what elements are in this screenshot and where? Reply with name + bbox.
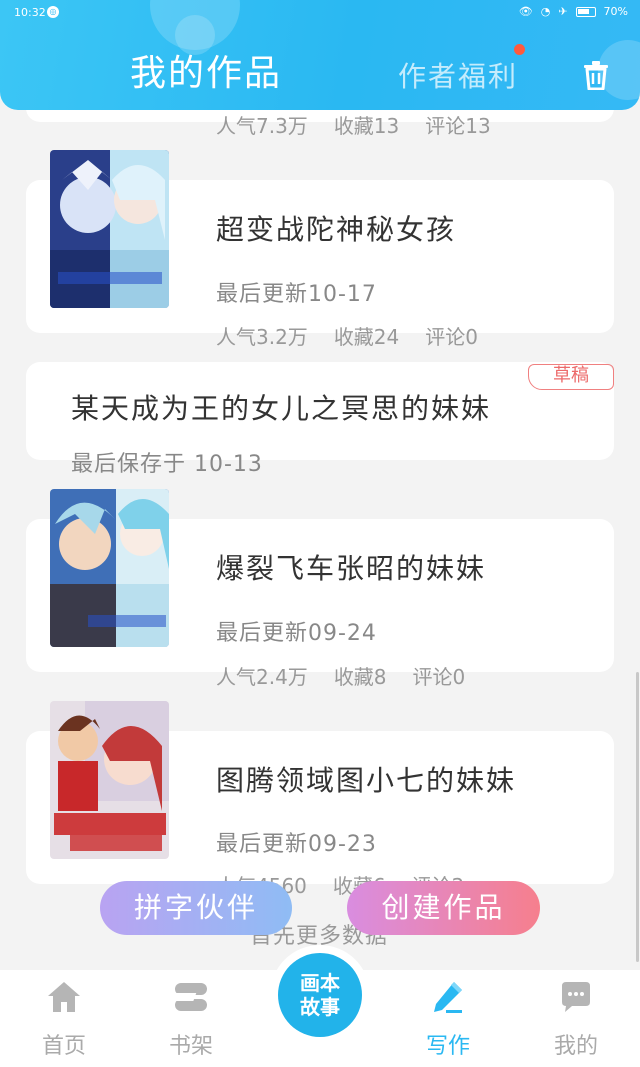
- scrollbar[interactable]: [636, 672, 639, 962]
- comments-count: 评论13: [425, 114, 491, 138]
- works-list: 人气7.3万 收藏13 评论13 超变战陀神秘女孩 最后更新10-17 人气3.2万…: [0, 0, 640, 980]
- comments-count: 评论0: [412, 665, 466, 689]
- nav-home[interactable]: 首页: [24, 980, 104, 1060]
- popularity-count: 人气3.2万: [216, 325, 308, 349]
- tab-author-welfare[interactable]: 作者福利: [398, 55, 518, 95]
- nav-mine[interactable]: 我的: [536, 980, 616, 1060]
- nav-center-story-button[interactable]: 画本故事: [278, 953, 362, 1037]
- chat-bubble-icon: [562, 982, 590, 1012]
- work-updated: 最后更新10-17: [216, 282, 377, 307]
- work-updated: 最后更新09-24: [216, 621, 377, 646]
- work-title[interactable]: 图腾领域图小七的妹妹: [216, 759, 516, 799]
- status-time: 10:32: [14, 6, 46, 19]
- create-work-button[interactable]: 创建作品: [347, 881, 540, 935]
- work-updated: 最后更新09-23: [216, 832, 377, 857]
- nav-label: 首页: [41, 1034, 86, 1059]
- comments-count: 评论0: [425, 325, 478, 349]
- popularity-count: 人气2.4万: [216, 665, 308, 689]
- nav-label: 我的: [553, 1034, 598, 1059]
- work-cover-image[interactable]: [50, 701, 169, 859]
- favorites-count: 收藏8: [333, 665, 387, 689]
- popularity-count: 人气7.3万: [216, 114, 308, 138]
- nav-label: 写作: [425, 1034, 470, 1059]
- pen-icon: [434, 982, 462, 1013]
- battery-icon: [575, 6, 596, 17]
- favorites-count: 收藏13: [333, 114, 400, 138]
- trash-icon[interactable]: [582, 60, 610, 90]
- work-title[interactable]: 爆裂飞车张昭的妹妹: [216, 547, 486, 587]
- home-icon: [48, 982, 80, 1012]
- status-bar: 10:32 ◎ 👁 ◔ ✈ 70%: [0, 0, 640, 26]
- tab-my-works[interactable]: 我的作品: [130, 44, 282, 96]
- status-icons: 👁 ◔ ✈ 70%: [519, 5, 628, 18]
- app-notification-icon: ◎: [47, 6, 59, 18]
- work-cover-image[interactable]: [50, 150, 169, 308]
- battery-level: 70%: [603, 5, 628, 18]
- notification-dot: [514, 44, 525, 55]
- draft-badge: 草稿: [528, 364, 614, 390]
- nav-shelf[interactable]: 书架: [151, 980, 231, 1060]
- header: 10:32 ◎ 👁 ◔ ✈ 70% 我的作品 作者福利: [0, 0, 640, 110]
- eye-icon: 👁: [518, 5, 533, 18]
- work-title[interactable]: 超变战陀神秘女孩: [216, 208, 456, 248]
- partner-button[interactable]: 拼字伙伴: [100, 881, 292, 935]
- work-title[interactable]: 某天成为王的女儿之冥思的妹妹: [71, 387, 491, 427]
- work-stats: 人气3.2万 收藏24 评论0: [216, 321, 504, 350]
- work-saved: 最后保存于 10-13: [71, 452, 263, 477]
- airplane-icon: ✈: [558, 5, 568, 18]
- wifi-icon: ◔: [540, 5, 551, 18]
- work-stats: 人气2.4万 收藏8 评论0: [216, 661, 491, 690]
- favorites-count: 收藏24: [333, 325, 400, 349]
- nav-label: 书架: [168, 1034, 213, 1059]
- work-cover-image[interactable]: [50, 489, 169, 647]
- nav-write[interactable]: 写作: [408, 980, 488, 1060]
- bookshelf-icon: [173, 983, 207, 1011]
- work-stats: 人气7.3万 收藏13 评论13: [216, 110, 517, 139]
